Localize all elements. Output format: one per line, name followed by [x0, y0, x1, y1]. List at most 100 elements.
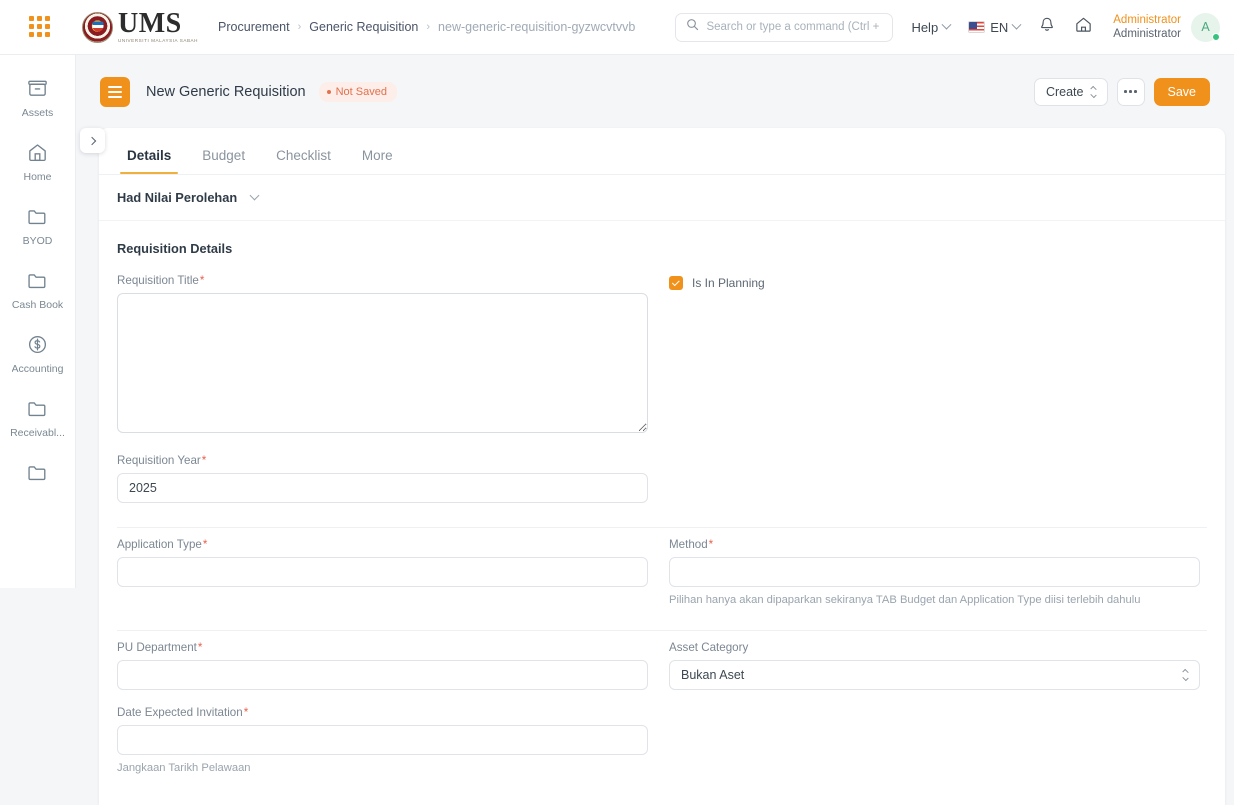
sidebar-expand-button[interactable]: [80, 128, 105, 153]
breadcrumb-separator: ›: [297, 21, 302, 33]
breadcrumb-separator: ›: [426, 21, 431, 33]
apps-grid-icon[interactable]: [29, 16, 51, 38]
dollar-circle-icon: [26, 329, 49, 359]
home-icon: [26, 137, 49, 167]
tab-budget[interactable]: Budget: [192, 148, 255, 174]
date-expected-invitation-input[interactable]: [117, 725, 648, 755]
asset-category-select[interactable]: Bukan Aset: [669, 660, 1200, 690]
field-label: Method*: [669, 538, 1207, 551]
user-role: Administrator: [1113, 28, 1181, 40]
form-col-right: Method* Pilihan hanya akan dipaparkan se…: [662, 528, 1207, 612]
language-label: EN: [990, 19, 1009, 35]
chevron-down-icon: [941, 19, 952, 30]
create-button[interactable]: Create: [1033, 77, 1108, 106]
online-status-dot: [1212, 32, 1220, 41]
field-method: Method* Pilihan hanya akan dipaparkan se…: [669, 528, 1207, 612]
required-marker: *: [199, 274, 205, 287]
field-label-text: Application Type: [117, 538, 202, 551]
top-navbar: UMS UNIVERSITI MALAYSIA SABAH Procuremen…: [0, 0, 1234, 55]
notifications-button[interactable]: [1038, 16, 1056, 39]
breadcrumb-item-procurement[interactable]: Procurement: [218, 20, 290, 34]
status-badge: Not Saved: [318, 81, 397, 102]
more-actions-button[interactable]: [1116, 77, 1145, 106]
field-label: Asset Category: [669, 641, 1207, 654]
sidebar-item-accounting[interactable]: Accounting: [0, 329, 75, 375]
breadcrumb-item-current: new-generic-requisition-gyzwcvtvvb: [438, 20, 636, 34]
form-col-left: PU Department* Date Expected Invitation*…: [117, 631, 662, 780]
user-menu[interactable]: Administrator Administrator: [1113, 13, 1181, 42]
search-input[interactable]: [706, 21, 883, 33]
breadcrumb-item-generic-requisition[interactable]: Generic Requisition: [309, 20, 418, 34]
method-help-text: Pilihan hanya akan dipaparkan sekiranya …: [669, 594, 1141, 606]
sidebar-item-assets[interactable]: Assets: [0, 73, 75, 119]
chevron-down-icon: [249, 190, 260, 201]
field-label: Application Type*: [117, 538, 634, 551]
sidebar-item-home[interactable]: Home: [0, 137, 75, 183]
section-bottom-spacer: [117, 780, 1207, 794]
field-is-in-planning[interactable]: Is In Planning: [669, 264, 1207, 290]
sidebar-item-label: Receivabl...: [10, 427, 65, 439]
requisition-year-input[interactable]: [117, 473, 648, 503]
help-label: Help: [911, 19, 939, 35]
field-label-text: Asset Category: [669, 641, 749, 654]
tab-details[interactable]: Details: [117, 148, 181, 174]
brand-name: UMS: [118, 8, 182, 40]
left-sidebar: Assets Home BYOD Cash Book Accounting Re…: [0, 55, 76, 588]
form-row-title: Requisition Title* Requisition Year* 202…: [117, 264, 1207, 509]
chevron-updown-icon: [1182, 668, 1189, 682]
field-label-text: Requisition Title: [117, 274, 199, 287]
required-marker: *: [202, 538, 208, 551]
sidebar-item-byod[interactable]: BYOD: [0, 201, 75, 247]
sidebar-item-extra[interactable]: [0, 457, 75, 491]
sidebar-item-receivables[interactable]: Receivabl...: [0, 393, 75, 439]
asset-category-value: Bukan Aset: [681, 668, 745, 682]
tab-more[interactable]: More: [352, 148, 403, 174]
required-marker: *: [243, 706, 249, 719]
section-title: Requisition Details: [117, 241, 233, 256]
field-label: Requisition Title*: [117, 274, 634, 287]
method-input[interactable]: [669, 557, 1200, 587]
form-col-left: Application Type*: [117, 528, 662, 612]
navbar-right-group: Help EN Administrator Administrator A: [675, 12, 1234, 42]
field-label: Date Expected Invitation*: [117, 706, 634, 719]
field-label: Requisition Year*: [117, 454, 634, 467]
sidebar-item-cash-book[interactable]: Cash Book: [0, 265, 75, 311]
checkbox-checked-icon[interactable]: [669, 276, 683, 290]
bell-icon: [1038, 16, 1056, 39]
save-button[interactable]: Save: [1153, 77, 1210, 106]
section-had-nilai-perolehan[interactable]: Had Nilai Perolehan: [99, 175, 1225, 221]
brand-wordmark: UMS UNIVERSITI MALAYSIA SABAH: [118, 10, 198, 44]
field-requisition-title: Requisition Title*: [117, 264, 648, 444]
chevron-updown-icon: [1089, 85, 1097, 98]
flag-us-icon: [968, 21, 986, 33]
folder-icon: [26, 457, 49, 487]
form-row-department-category: PU Department* Date Expected Invitation*…: [117, 631, 1207, 780]
folder-icon: [26, 201, 49, 231]
field-pu-department: PU Department*: [117, 631, 648, 696]
global-search[interactable]: [675, 12, 894, 42]
application-type-input[interactable]: [117, 557, 648, 587]
help-menu[interactable]: Help: [911, 19, 952, 35]
form-col-right: Is In Planning: [662, 264, 1207, 509]
ums-crest-icon: [82, 11, 113, 43]
brand-logo[interactable]: UMS UNIVERSITI MALAYSIA SABAH: [82, 10, 198, 44]
page-toolbar: New Generic Requisition Not Saved Create…: [76, 55, 1234, 128]
chevron-right-icon: [87, 136, 96, 145]
field-label-text: Requisition Year: [117, 454, 201, 467]
search-icon: [686, 18, 699, 36]
field-label-text: Method: [669, 538, 708, 551]
field-application-type: Application Type*: [117, 528, 648, 593]
page-title: New Generic Requisition: [146, 83, 306, 100]
content-card: Details Budget Checklist More Had Nilai …: [99, 128, 1225, 805]
language-selector[interactable]: EN: [968, 19, 1022, 35]
home-button[interactable]: [1074, 15, 1093, 39]
sidebar-item-label: Accounting: [11, 363, 64, 375]
sidebar-item-label: BYOD: [22, 235, 53, 247]
avatar[interactable]: A: [1191, 12, 1220, 42]
folder-icon: [26, 265, 49, 295]
pu-department-input[interactable]: [117, 660, 648, 690]
requisition-title-input[interactable]: [117, 293, 648, 433]
tab-checklist[interactable]: Checklist: [266, 148, 341, 174]
hamburger-menu-icon[interactable]: [100, 76, 130, 107]
field-requisition-year: Requisition Year*: [117, 444, 648, 509]
